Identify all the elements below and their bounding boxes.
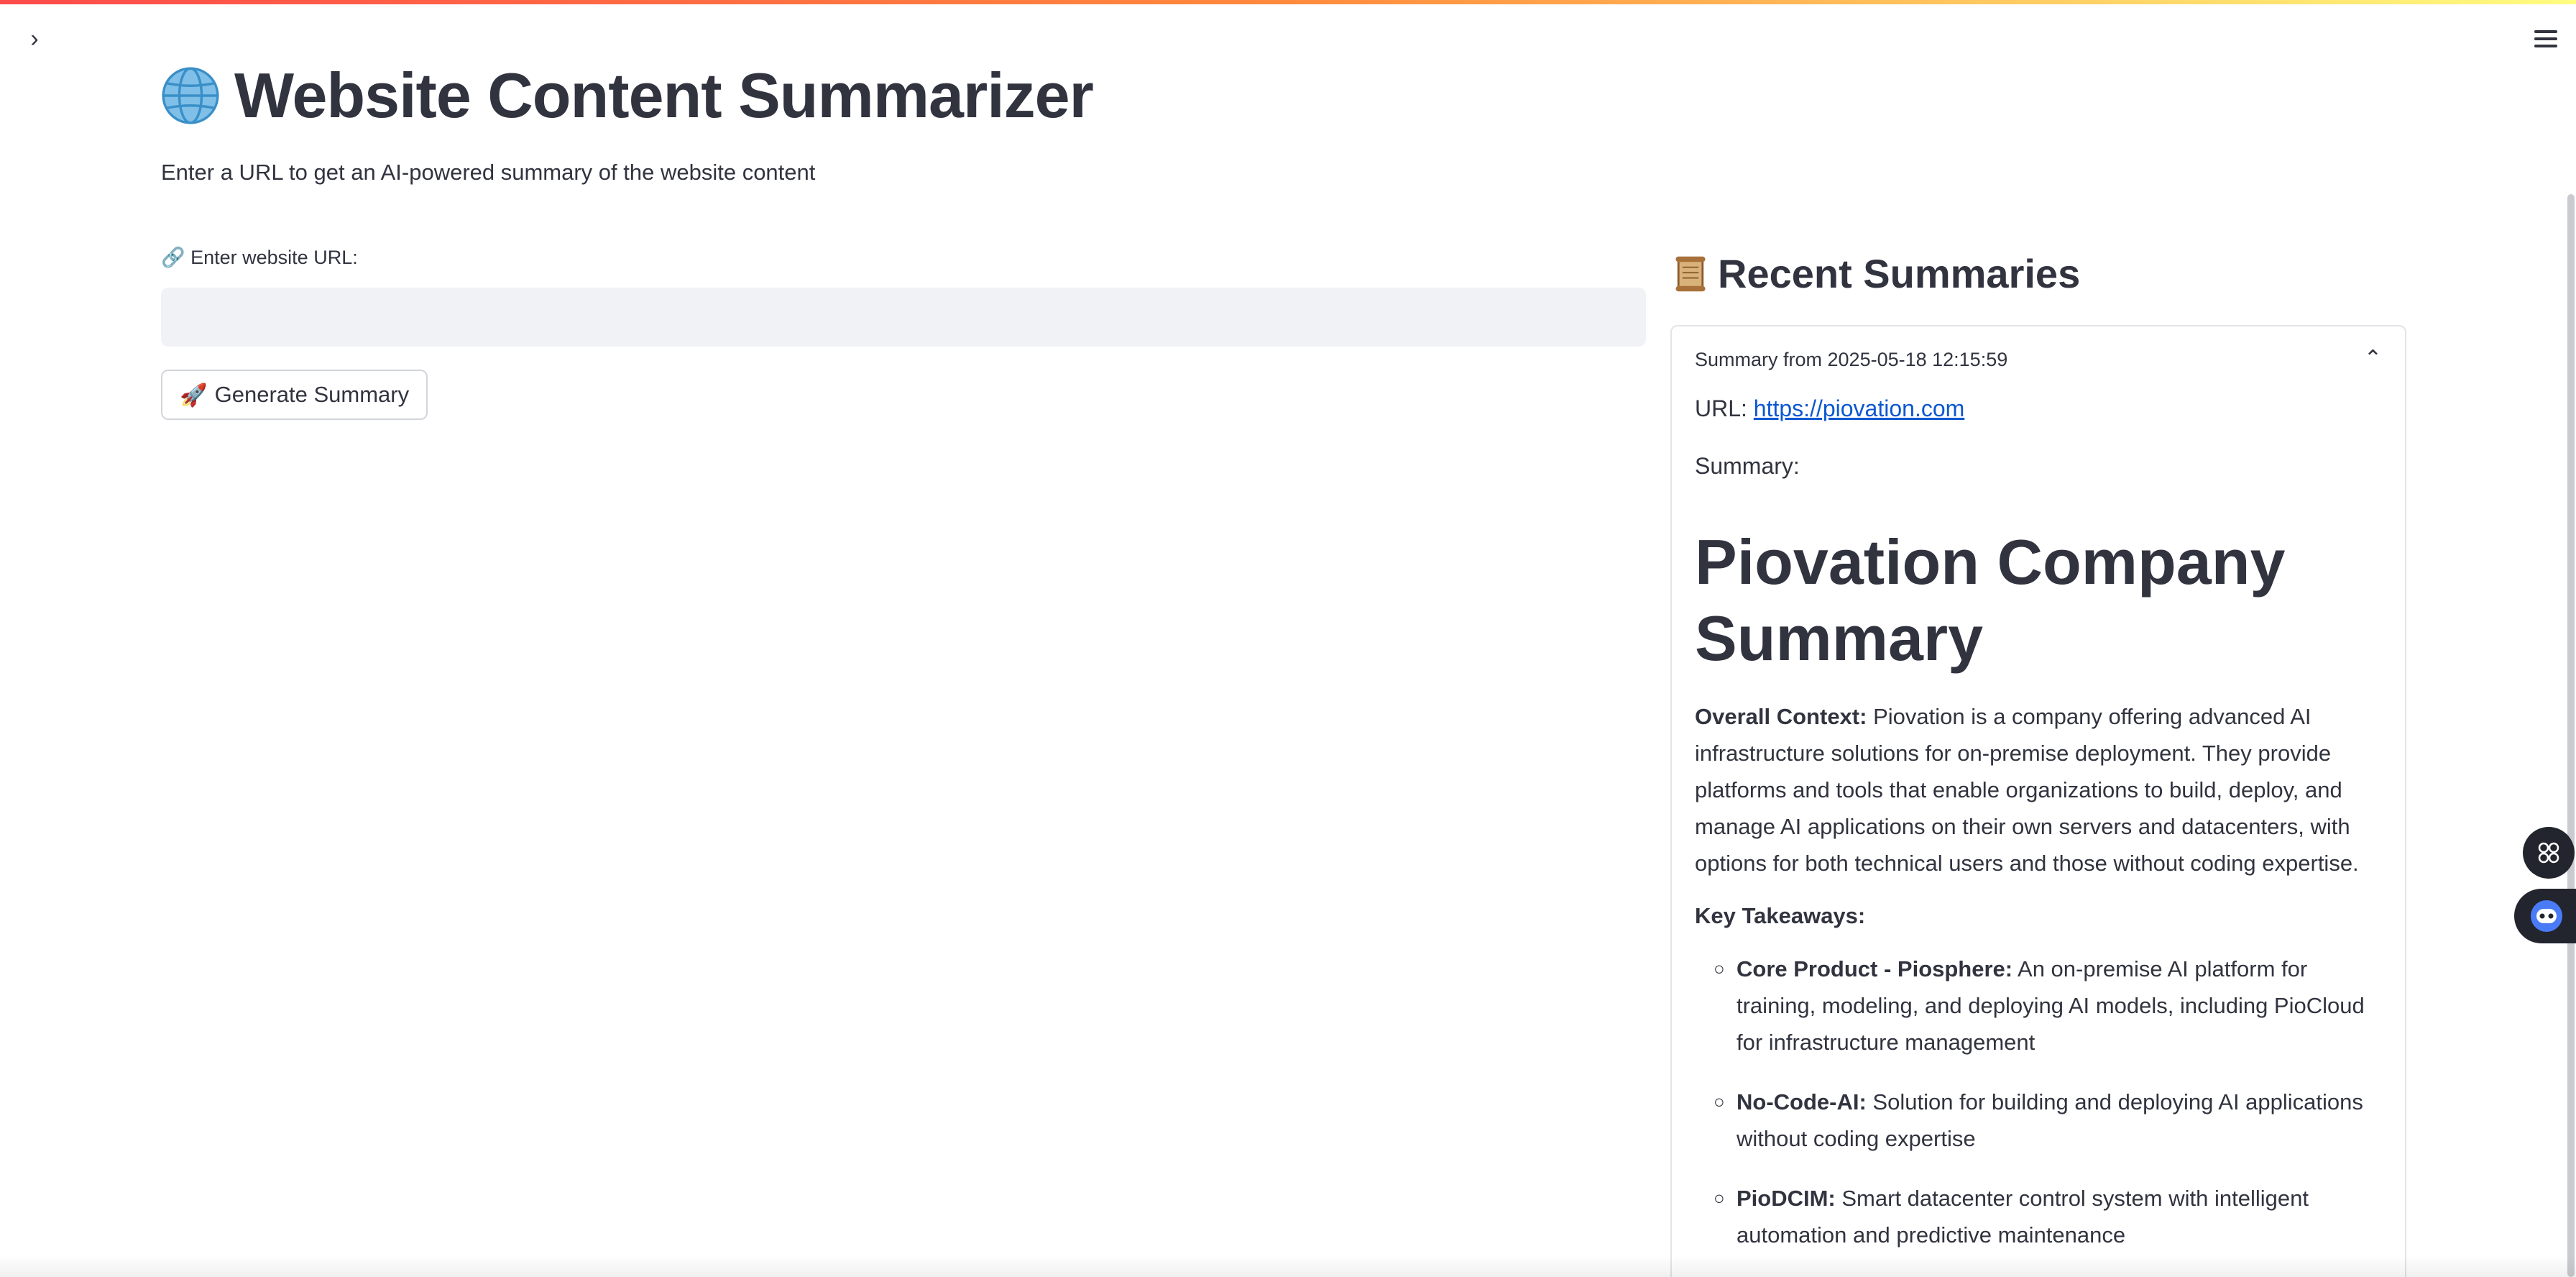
key-takeaways-list: ○ Core Product - Piosphere: An on-premise… <box>1695 951 2382 1253</box>
chevron-up-icon[interactable]: ⌃ <box>2364 346 2382 371</box>
bottom-shadow <box>0 1255 2576 1277</box>
summary-url-prefix: URL: <box>1695 395 1754 421</box>
overall-context-paragraph: Overall Context: Piovation is a company … <box>1695 698 2382 882</box>
hamburger-menu-icon[interactable] <box>2534 26 2563 52</box>
recent-summaries-title: Recent Summaries <box>1718 251 2081 296</box>
generate-summary-button[interactable]: 🚀 Generate Summary <box>161 370 428 420</box>
summary-url-link[interactable]: https://piovation.com <box>1754 395 1964 421</box>
scroll-icon <box>1675 256 1706 291</box>
overall-context-label: Overall Context: <box>1695 704 1867 729</box>
grid-apps-icon[interactable] <box>2523 827 2575 879</box>
takeaway-title: No-Code-AI: <box>1736 1089 1867 1114</box>
sidebar-expand-button[interactable]: › <box>22 24 47 52</box>
app-page: › Website Content Summarizer Enter a URL… <box>0 0 2576 1277</box>
overall-context-text: Piovation is a company offering advanced… <box>1695 704 2359 876</box>
page-subtitle: Enter a URL to get an AI-powered summary… <box>161 160 816 185</box>
grid-apps-glyph <box>2538 842 2559 864</box>
page-scrollbar[interactable] <box>2567 194 2575 1277</box>
summary-expander-header[interactable]: Summary from 2025-05-18 12:15:59 ⌃ <box>1672 326 2405 393</box>
recent-summaries-header: Recent Summaries <box>1670 250 2080 297</box>
globe-icon <box>162 67 219 124</box>
list-item: ○ PioDCIM: Smart datacenter control syste… <box>1714 1186 2309 1248</box>
summary-expander-title: Summary from 2025-05-18 12:15:59 <box>1695 348 2008 370</box>
bot-assistant-icon[interactable] <box>2514 889 2576 943</box>
summary-expander-body: URL: https://piovation.com Summary: Piov… <box>1672 393 2405 1253</box>
bot-assistant-glyph <box>2531 900 2562 932</box>
takeaway-title: PioDCIM: <box>1736 1186 1836 1211</box>
url-field-label: 🔗 Enter website URL: <box>161 247 358 268</box>
rocket-icon: 🚀 <box>180 382 208 408</box>
generate-summary-label: Generate Summary <box>214 382 410 407</box>
takeaway-title: Core Product - Piosphere: <box>1736 956 2013 981</box>
list-item: ○ Core Product - Piosphere: An on-premise… <box>1714 956 2365 1055</box>
chevron-right-icon: › <box>30 24 39 52</box>
url-input[interactable] <box>161 288 1646 347</box>
top-decoration-bar <box>0 0 2576 4</box>
summary-heading: Piovation Company Summary <box>1695 526 2286 674</box>
page-title: Website Content Summarizer <box>160 59 1094 132</box>
summary-expander: Summary from 2025-05-18 12:15:59 ⌃ URL: … <box>1670 325 2406 1277</box>
list-item: ○ No-Code-AI: Solution for building and d… <box>1714 1089 2363 1151</box>
summary-label: Summary: <box>1695 453 1800 479</box>
page-title-text: Website Content Summarizer <box>234 60 1094 131</box>
summary-url-line: URL: https://piovation.com <box>1695 393 2382 424</box>
key-takeaways-label: Key Takeaways: <box>1695 903 1866 928</box>
